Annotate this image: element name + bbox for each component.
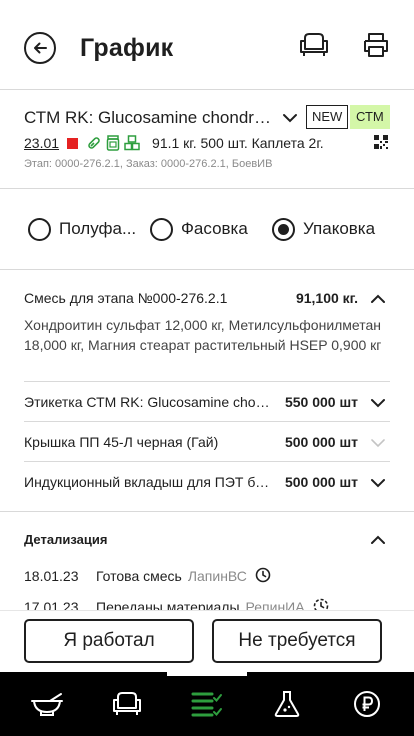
radio-label: Полуфа... [59,219,137,238]
product-row: 23.01 91.1 кг. 500 шт. Каплета 2г. [24,134,324,152]
header: График [0,0,414,90]
armchair-icon[interactable] [297,30,331,60]
material-row[interactable]: Индукционный вкладыш для ПЭТ банок 500 0… [24,461,390,501]
chevron-up-icon[interactable] [370,532,386,548]
mix-title: Смесь для этапа №000-276.2.1 [24,290,228,306]
radio-packing[interactable]: Упаковка [272,217,375,241]
clock-icon [313,598,329,610]
detail-event: Переданы материалы [96,599,240,610]
radio-label: Фасовка [181,219,248,238]
material-qty: 500 000 шт [284,434,358,450]
product-meta: 91.1 кг. 500 шт. Каплета 2г. [152,135,324,151]
pill-icon [86,135,102,151]
new-badge: NEW [306,105,349,129]
clock-icon [255,567,271,586]
detail-date: 18.01.23 [24,568,79,584]
date-link[interactable]: 23.01 [24,135,59,151]
bottom-tab-bar [0,672,414,736]
flask-icon[interactable] [247,672,327,736]
detail-user: ЛапинВС [187,568,247,584]
back-arrow-icon[interactable] [24,32,56,64]
material-qty: 550 000 шт [284,394,358,410]
detail-event: Готова смесь [96,568,182,584]
product-card: СТМ RK: Glucosamine chondroitin MSM NEW … [0,90,414,189]
ruble-icon[interactable] [327,672,407,736]
boxes-icon [124,135,140,151]
chevron-down-icon [370,435,386,451]
chevron-down-icon[interactable] [280,108,300,128]
material-row[interactable]: Крышка ПП 45-Л черная (Гай) 500 000 шт [24,421,390,461]
ctm-badge: СТМ [350,105,390,129]
radio-circle-selected [272,217,295,241]
mix-amount: 91,100 кг. [295,290,358,306]
material-name: Крышка ПП 45-Л черная (Гай) [24,434,219,450]
action-bar: Я работал Не требуется [0,610,414,672]
detail-row: 17.01.23 Переданы материалы РепинИА [24,598,329,610]
chevron-up-icon[interactable] [370,291,386,307]
chevron-down-icon[interactable] [370,395,386,411]
stage-selector: Полуфа... Фасовка Упаковка [0,189,414,270]
detail-row: 18.01.23 Готова смесь ЛапинВС [24,567,271,585]
red-marker-icon [67,137,79,149]
radio-filling[interactable]: Фасовка [150,217,248,241]
page-title: График [80,34,174,62]
armchair-icon[interactable] [87,672,167,736]
jar-icon [106,135,120,151]
radio-circle [28,217,51,241]
not-required-button[interactable]: Не требуется [212,619,382,663]
detail-date: 17.01.23 [24,599,79,610]
barcode-icon[interactable] [374,135,388,149]
product-info: Этап: 0000-276.2.1, Заказ: 0000-276.2.1,… [24,158,273,170]
mix-description: Хондроитин сульфат 12,000 кг, Метилсульф… [24,317,382,353]
worked-button[interactable]: Я работал [24,619,194,663]
material-name: Индукционный вкладыш для ПЭТ банок [24,474,274,490]
chevron-down-icon[interactable] [370,475,386,491]
radio-semi-product[interactable]: Полуфа... [28,217,136,241]
radio-circle [150,217,173,241]
materials-section: Смесь для этапа №000-276.2.1 91,100 кг. … [0,270,414,512]
checklist-icon[interactable] [167,672,247,736]
product-name[interactable]: СТМ RK: Glucosamine chondroitin MSM [24,108,276,128]
details-section: Детализация 18.01.23 Готова смесь ЛапинВ… [0,512,414,610]
radio-label: Упаковка [303,219,376,238]
material-qty: 500 000 шт [284,474,358,490]
details-title: Детализация [24,532,108,547]
bowl-icon[interactable] [7,672,87,736]
material-row[interactable]: Этикетка СТМ RK: Glucosamine chondroitin… [24,381,390,421]
printer-icon[interactable] [359,30,393,60]
detail-user: РепинИА [245,599,305,610]
material-name: Этикетка СТМ RK: Glucosamine chondroitin [24,394,274,410]
